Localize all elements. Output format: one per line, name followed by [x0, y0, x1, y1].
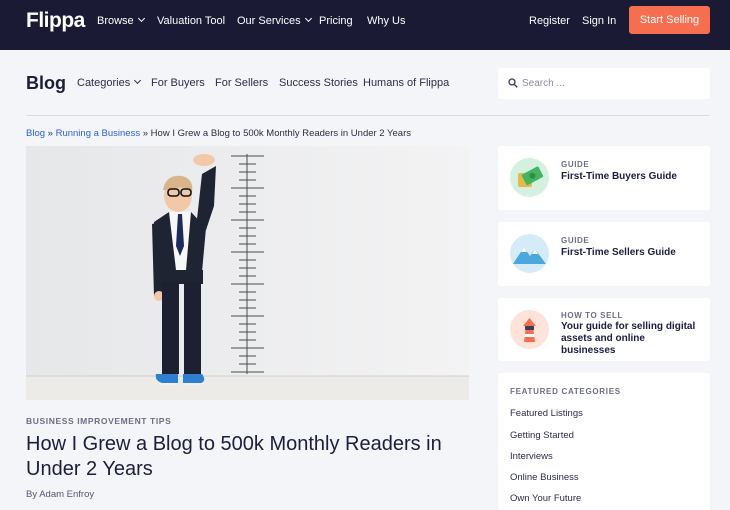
guide-card-sellers[interactable]: GUIDE First-Time Sellers Guide — [498, 222, 710, 286]
card-title: First-Time Buyers Guide — [561, 171, 677, 182]
nav-our-services[interactable]: Our Services — [237, 14, 312, 28]
search-box — [498, 68, 710, 99]
breadcrumb-blog[interactable]: Blog — [26, 128, 45, 139]
lighthouse-icon — [510, 310, 549, 349]
featured-link[interactable]: Interviews — [510, 451, 553, 462]
hero-image[interactable] — [26, 146, 469, 400]
subnav-for-sellers[interactable]: For Sellers — [215, 77, 268, 89]
top-navbar: Flippa Browse Valuation Tool Our Service… — [0, 0, 730, 50]
featured-link[interactable]: Own Your Future — [510, 493, 581, 504]
chevron-down-icon — [134, 76, 142, 85]
breadcrumb-separator: » — [47, 128, 53, 139]
nav-why-us[interactable]: Why Us — [367, 14, 406, 28]
card-kicker: HOW TO SELL — [561, 311, 624, 320]
child-height-chart-image — [26, 146, 469, 400]
divider — [26, 115, 710, 116]
subnav-for-buyers[interactable]: For Buyers — [151, 77, 205, 89]
chevron-down-icon — [137, 14, 145, 23]
blog-title[interactable]: Blog — [26, 73, 66, 94]
card-kicker: GUIDE — [561, 160, 590, 169]
featured-categories-heading: FEATURED CATEGORIES — [510, 387, 621, 396]
card-title: First-Time Sellers Guide — [561, 247, 676, 258]
featured-link[interactable]: Online Business — [510, 472, 579, 483]
article-category-tag[interactable]: BUSINESS IMPROVEMENT TIPS — [26, 416, 171, 426]
flippa-logo[interactable]: Flippa — [26, 9, 85, 33]
breadcrumb-separator: » — [142, 128, 149, 139]
article-author: By Adam Enfroy — [26, 489, 95, 500]
nav-browse[interactable]: Browse — [97, 14, 145, 28]
money-icon — [510, 158, 549, 197]
start-selling-button[interactable]: Start Selling — [629, 6, 710, 34]
breadcrumb-current: How I Grew a Blog to 500k Monthly Reader… — [150, 128, 412, 139]
nav-valuation-tool[interactable]: Valuation Tool — [157, 14, 225, 28]
breadcrumb-running-a-business[interactable]: Running a Business — [56, 128, 141, 139]
guide-card-buyers[interactable]: GUIDE First-Time Buyers Guide — [498, 146, 710, 210]
register-link[interactable]: Register — [529, 14, 570, 28]
article-title: How I Grew a Blog to 500k Monthly Reader… — [26, 433, 442, 480]
sign-in-link[interactable]: Sign In — [582, 14, 616, 28]
featured-categories-card: FEATURED CATEGORIES Featured Listings Ge… — [498, 373, 710, 510]
card-kicker: GUIDE — [561, 236, 590, 245]
featured-link[interactable]: Getting Started — [510, 430, 574, 441]
breadcrumb: Blog » Running a Business » How I Grew a… — [26, 128, 411, 139]
nav-pricing[interactable]: Pricing — [319, 14, 353, 28]
card-title: Your guide for selling digital assets an… — [561, 321, 696, 356]
subnav-humans-of-flippa[interactable]: Humans of Flippa — [363, 77, 449, 89]
featured-link[interactable]: Featured Listings — [510, 408, 583, 419]
subnav-categories[interactable]: Categories — [77, 76, 142, 89]
mountain-icon — [510, 234, 549, 273]
search-icon — [508, 78, 518, 88]
chevron-down-icon — [304, 14, 312, 23]
guide-card-how-to-sell[interactable]: HOW TO SELL Your guide for selling digit… — [498, 298, 710, 361]
subnav-success-stories[interactable]: Success Stories — [279, 77, 358, 89]
search-input[interactable] — [522, 74, 702, 93]
